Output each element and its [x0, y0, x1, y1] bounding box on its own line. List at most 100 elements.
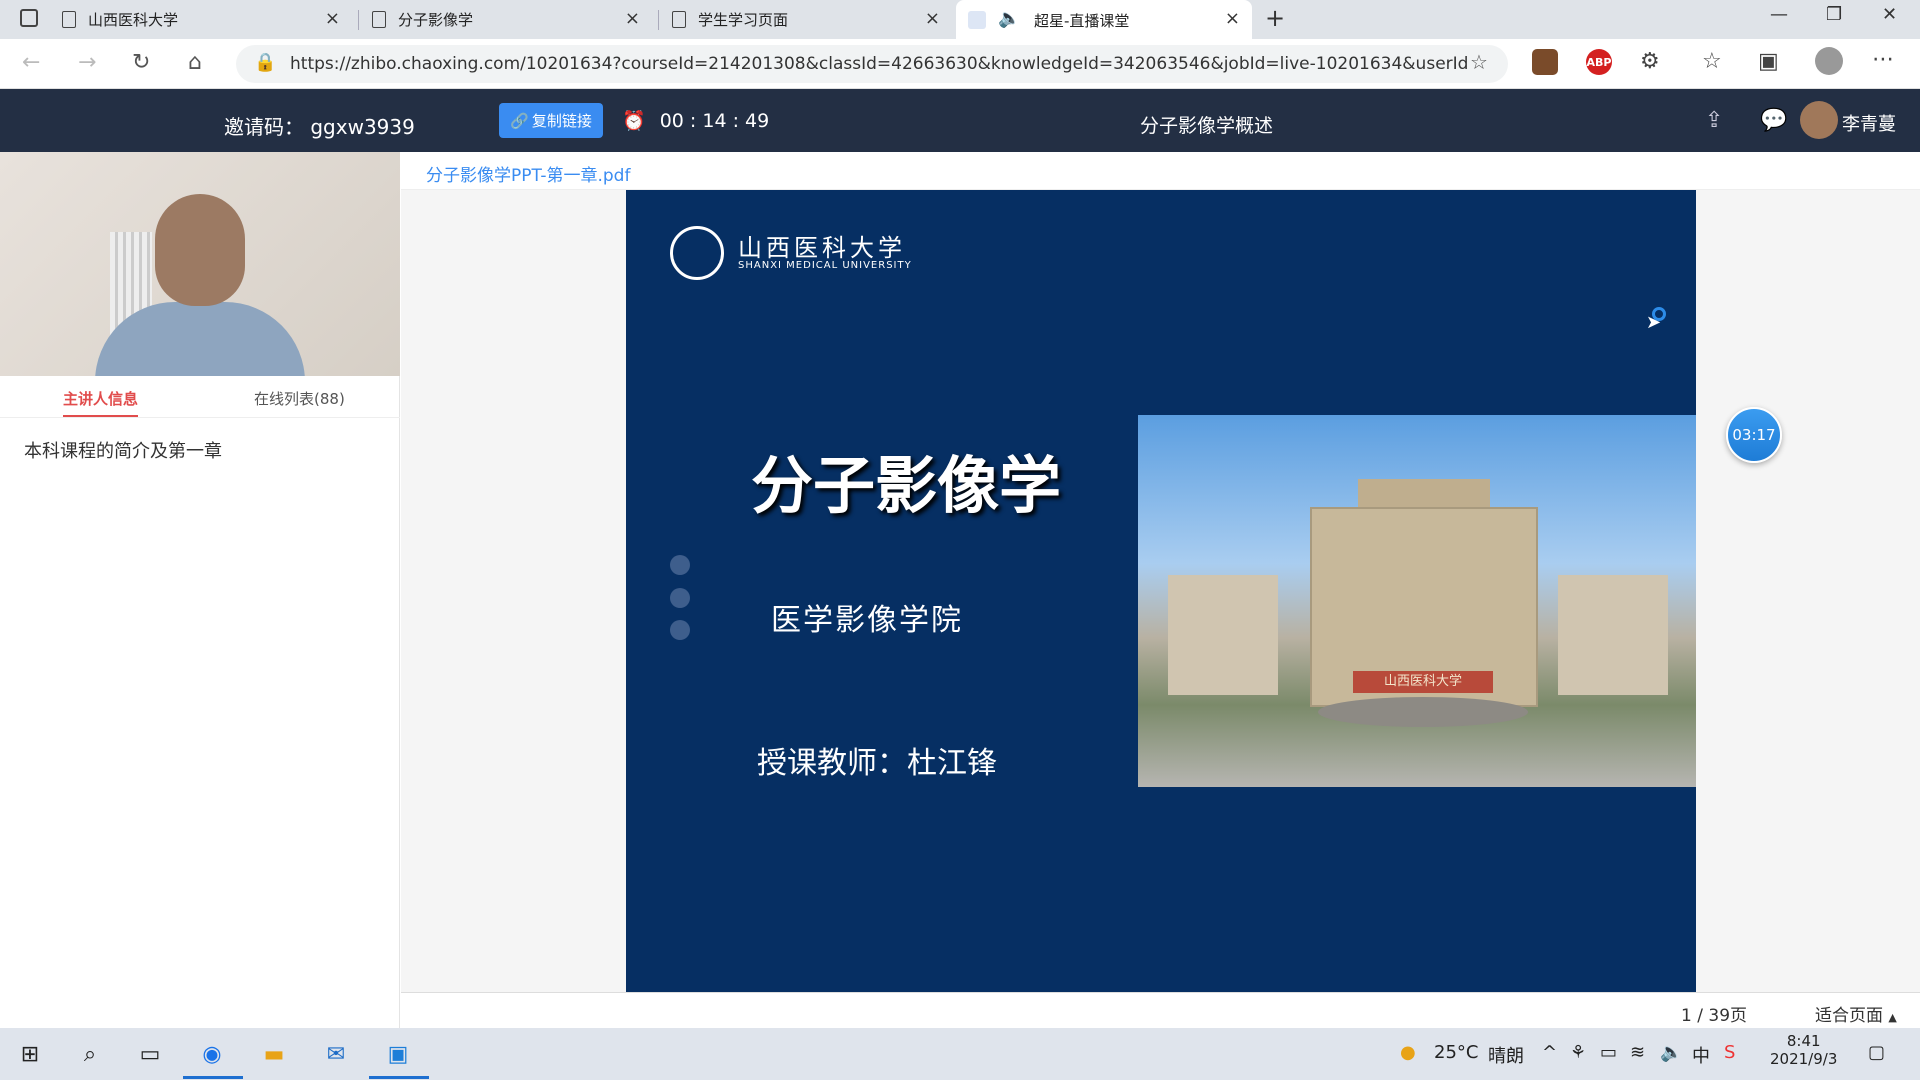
clock-date: 2021/9/3: [1770, 1050, 1838, 1068]
file-bar: 分子影像学PPT-第一章.pdf: [401, 152, 1920, 190]
notifications-icon[interactable]: ▢: [1868, 1042, 1885, 1063]
page-bar: 1 / 39页 适合页面 ▲: [401, 992, 1920, 1028]
campus-photo: 山西医科大学: [1138, 415, 1696, 787]
battery-icon[interactable]: ▭: [1600, 1042, 1617, 1063]
restore-icon[interactable]: ❐: [1826, 4, 1842, 25]
task-view-icon[interactable]: ▭: [136, 1040, 164, 1068]
sogou-ime-icon[interactable]: S: [1724, 1042, 1735, 1063]
ime-indicator[interactable]: 中: [1692, 1042, 1710, 1068]
countdown-badge[interactable]: 03:17: [1726, 407, 1782, 463]
alarm-clock-icon: ⏰: [622, 110, 646, 132]
tray-app-icon[interactable]: ⚘: [1570, 1042, 1586, 1063]
tab-actions-icon[interactable]: [20, 9, 38, 27]
active-app-indicator: [183, 1076, 243, 1079]
presenter-head: [155, 194, 245, 306]
system-clock[interactable]: 8:41 2021/9/3: [1770, 1032, 1837, 1068]
back-icon[interactable]: ←: [22, 50, 40, 75]
speaker-icon[interactable]: 🔈: [998, 8, 1020, 29]
close-icon[interactable]: ×: [325, 8, 340, 29]
browser-tab-1[interactable]: 山西医科大学 ×: [62, 0, 352, 39]
close-icon[interactable]: ×: [1225, 8, 1240, 29]
url-text[interactable]: https://zhibo.chaoxing.com/10201634?cour…: [290, 54, 1470, 74]
copy-link-button[interactable]: 🔗 复制链接: [499, 103, 603, 138]
tab-presenter-info[interactable]: 主讲人信息: [63, 388, 138, 409]
link-icon: 🔗: [510, 111, 529, 130]
browser-tab-4-active[interactable]: 🔈 超星-直播课堂 ×: [956, 0, 1252, 39]
weather-text[interactable]: 晴朗: [1488, 1042, 1524, 1068]
more-icon[interactable]: ⋯: [1872, 47, 1894, 72]
university-name-cn: 山西医科大学: [738, 234, 906, 262]
window-close-icon[interactable]: ✕: [1882, 4, 1897, 25]
user-avatar[interactable]: [1800, 101, 1838, 139]
invite-label: 邀请码：: [224, 115, 304, 139]
close-icon[interactable]: ×: [925, 8, 940, 29]
forward-icon[interactable]: →: [78, 50, 96, 75]
active-app-indicator: [369, 1076, 429, 1079]
address-bar[interactable]: 🔒 https://zhibo.chaoxing.com/10201634?co…: [236, 45, 1508, 83]
user-name[interactable]: 李青蔓: [1842, 110, 1896, 136]
tab-title: 学生学习页面: [698, 11, 789, 29]
elapsed-timer: ⏰ 00 : 14 : 49: [622, 109, 769, 132]
extension-icon[interactable]: [1532, 49, 1558, 75]
document-viewer: 分子影像学PPT-第一章.pdf 山西医科大学 SHANXI MEDICAL U…: [401, 152, 1920, 1028]
add-favorite-icon[interactable]: ☆: [1470, 50, 1488, 74]
university-name-en: SHANXI MEDICAL UNIVERSITY: [738, 260, 912, 271]
tab-divider: [358, 10, 359, 30]
collections-icon[interactable]: ▣: [1758, 49, 1779, 74]
share-icon[interactable]: ⇪: [1705, 108, 1723, 133]
file-explorer-icon[interactable]: ▬: [260, 1040, 288, 1068]
new-tab-icon[interactable]: +: [1265, 4, 1285, 32]
site-favicon: [968, 11, 986, 29]
photos-icon[interactable]: ▣: [384, 1040, 412, 1068]
home-icon[interactable]: ⌂: [188, 50, 202, 75]
chevron-up-icon[interactable]: ^: [1542, 1042, 1557, 1063]
presenter-panel: 主讲人信息 在线列表(88) 本科课程的简介及第一章: [0, 152, 400, 1028]
browser-tab-strip: 山西医科大学 × 分子影像学 × 学生学习页面 × 🔈 超星-直播课堂 × + …: [0, 0, 1920, 39]
tab-online-list[interactable]: 在线列表(88): [254, 388, 345, 409]
bullet-dot: [670, 588, 690, 608]
tab-divider: [658, 10, 659, 30]
university-emblem-icon: [670, 226, 724, 280]
course-description: 本科课程的简介及第一章: [24, 441, 222, 462]
volume-icon[interactable]: 🔈: [1660, 1042, 1682, 1063]
browser-tab-2[interactable]: 分子影像学 ×: [372, 0, 652, 39]
fit-page-dropdown[interactable]: 适合页面 ▲: [1815, 1001, 1897, 1026]
tab-title: 分子影像学: [398, 11, 474, 29]
edge-icon[interactable]: ◉: [198, 1040, 226, 1068]
chat-icon[interactable]: 💬: [1760, 108, 1787, 133]
active-tab-indicator: [63, 415, 138, 417]
clock-time: 8:41: [1786, 1032, 1821, 1050]
caret-up-icon: ▲: [1888, 1011, 1897, 1024]
minimize-icon[interactable]: —: [1770, 4, 1788, 25]
page-icon: [372, 11, 386, 28]
tab-title: 山西医科大学: [88, 11, 179, 29]
refresh-icon[interactable]: ↻: [132, 50, 150, 75]
adblock-icon[interactable]: ABP: [1586, 49, 1612, 75]
favorites-icon[interactable]: ☆: [1702, 49, 1722, 74]
page-current[interactable]: 1: [1681, 1006, 1692, 1026]
search-icon[interactable]: ⌕: [76, 1040, 104, 1068]
extensions-icon[interactable]: ⚙: [1640, 49, 1660, 74]
photo-left-wing: [1168, 575, 1278, 695]
bullet-dot: [670, 620, 690, 640]
mail-icon[interactable]: ✉: [322, 1040, 350, 1068]
windows-start-icon[interactable]: ⊞: [16, 1040, 44, 1068]
taskbar: ⊞ ⌕ ▭ ◉ ▬ ✉ ▣ ● 25°C 晴朗 ^ ⚘ ▭ ≋ 🔈 中 S 8:…: [0, 1028, 1920, 1080]
slide-college: 医学影像学院: [771, 603, 963, 638]
wifi-icon[interactable]: ≋: [1630, 1042, 1645, 1063]
presenter-video[interactable]: [0, 152, 400, 376]
page-indicator: 1 / 39页: [1681, 1006, 1748, 1026]
invite-code-value: ggxw3939: [310, 115, 415, 139]
sun-icon: ●: [1400, 1042, 1416, 1063]
panel-tabs: 主讲人信息 在线列表(88): [0, 376, 400, 418]
bullet-dot: [670, 555, 690, 575]
browser-tab-3[interactable]: 学生学习页面 ×: [672, 0, 952, 39]
photo-right-wing: [1558, 575, 1668, 695]
slide-page: 山西医科大学 SHANXI MEDICAL UNIVERSITY 分子影像学 医…: [626, 190, 1696, 992]
document-filename[interactable]: 分子影像学PPT-第一章.pdf: [426, 161, 630, 186]
close-icon[interactable]: ×: [625, 8, 640, 29]
temperature[interactable]: 25°C: [1434, 1042, 1478, 1063]
profile-icon[interactable]: [1815, 47, 1843, 75]
lock-icon[interactable]: 🔒: [254, 52, 276, 73]
elapsed-time: 00 : 14 : 49: [659, 110, 770, 132]
